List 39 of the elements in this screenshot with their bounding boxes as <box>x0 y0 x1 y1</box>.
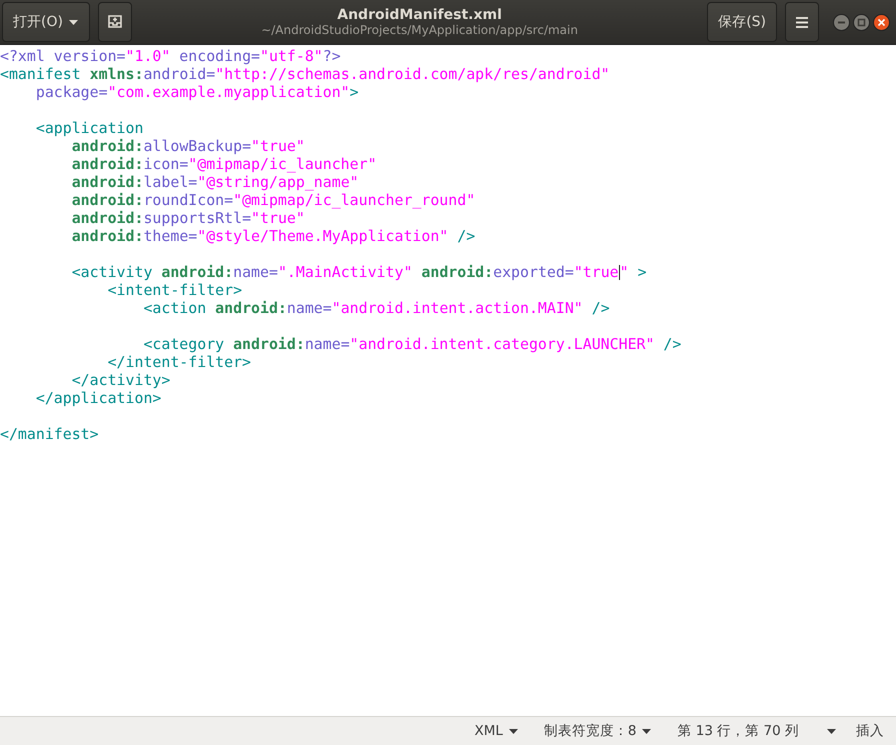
menu-button[interactable] <box>785 2 819 42</box>
code-line: <category android:name="android.intent.category.LAUNCHER" /> <box>142 335 682 353</box>
caret-icon <box>508 728 518 734</box>
code-line: <?xml version="1.0" encoding="utf-8"?> <box>0 47 342 65</box>
code-line: </intent-filter> <box>106 353 252 371</box>
cursor-position-selector[interactable]: 第 13 行，第 70 列 <box>667 722 846 740</box>
code-line: </manifest> <box>0 425 100 443</box>
maximize-button[interactable] <box>853 14 870 30</box>
code-line: android:allowBackup="true" <box>70 137 306 155</box>
code-line: android:supportsRtl="true" <box>70 209 306 227</box>
code-line: <activity android:name=".MainActivity" android:exported="true" > <box>70 263 648 281</box>
code-line: <action android:name="android.intent.action.MAIN" /> <box>142 299 611 317</box>
open-button[interactable]: 打开(O) <box>2 2 90 42</box>
close-button[interactable] <box>873 14 890 30</box>
caret-icon <box>68 20 78 24</box>
code-line: android:theme="@style/Theme.MyApplication" /> <box>70 227 476 245</box>
code-line: <manifest xmlns:android="http://schemas.android.com/apk/res/android" <box>0 65 611 83</box>
window-title: AndroidManifest.xml <box>337 7 502 23</box>
save-button[interactable]: 保存(S) <box>707 2 777 42</box>
code-line: package="com.example.myapplication"> <box>34 83 360 101</box>
code-line: <application <box>34 119 144 137</box>
new-document-button[interactable] <box>98 2 132 42</box>
code-line: </activity> <box>70 371 172 389</box>
code-line: android:icon="@mipmap/ic_launcher" <box>70 155 378 173</box>
caret-icon <box>827 728 836 734</box>
new-document-icon <box>107 15 123 29</box>
maximize-icon <box>857 18 866 26</box>
tab-width-selector[interactable]: 制表符宽度：8 <box>534 722 662 740</box>
code-line: </application> <box>34 389 162 407</box>
file-path: ~/AndroidStudioProjects/MyApplication/app/src/main <box>261 23 578 37</box>
code-line: android:label="@string/app_name" <box>70 173 360 191</box>
insert-mode: 插入 <box>855 722 885 740</box>
caret-icon <box>642 728 652 734</box>
language-selector[interactable]: XML <box>464 723 528 739</box>
minimize-button[interactable] <box>833 14 850 30</box>
code-line: android:roundIcon="@mipmap/ic_launcher_round" <box>70 191 476 209</box>
close-icon <box>877 18 886 26</box>
menu-icon <box>796 16 808 28</box>
code-line: <intent-filter> <box>106 281 244 299</box>
